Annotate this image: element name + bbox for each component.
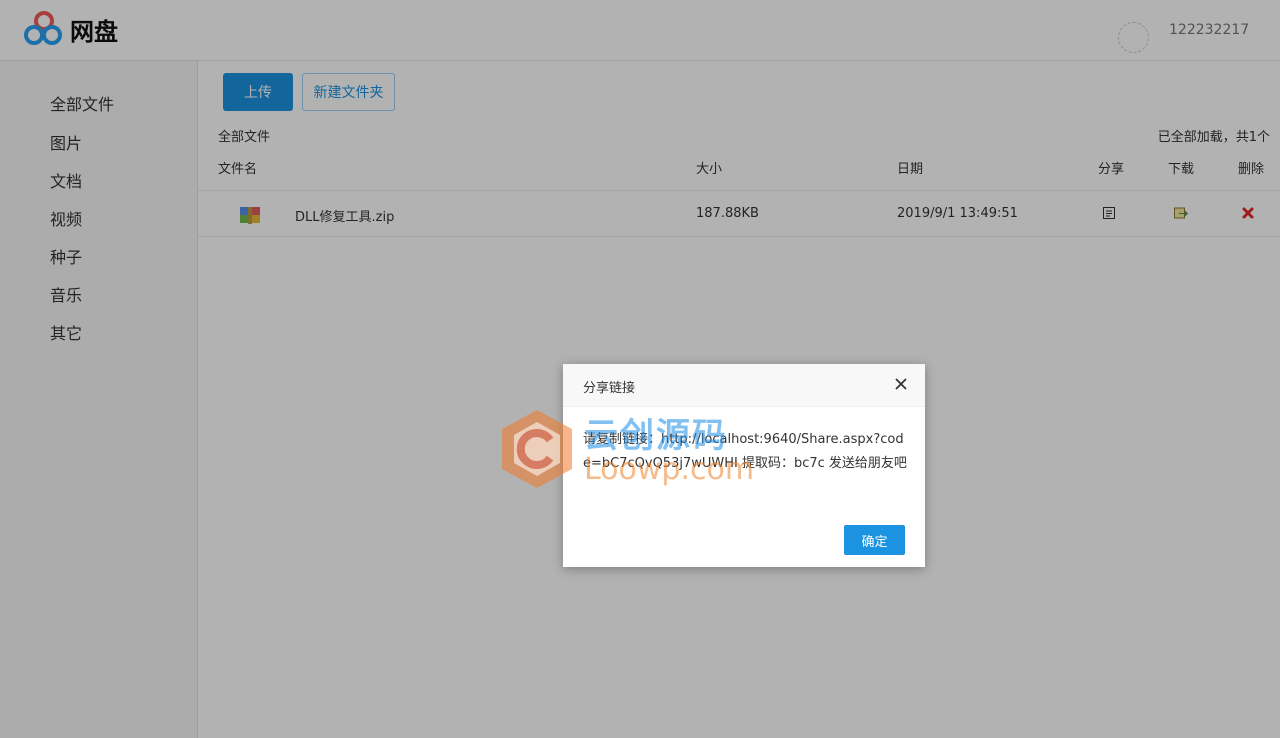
- confirm-button[interactable]: 确定: [844, 525, 905, 555]
- dialog-header: 分享链接: [563, 364, 925, 407]
- dialog-title: 分享链接: [583, 381, 636, 396]
- share-link-dialog: 分享链接 请复制链接：http://localhost:9640/Share.a…: [563, 364, 925, 567]
- share-link-message: 请复制链接：http://localhost:9640/Share.aspx?c…: [583, 432, 907, 471]
- close-icon[interactable]: [893, 376, 909, 392]
